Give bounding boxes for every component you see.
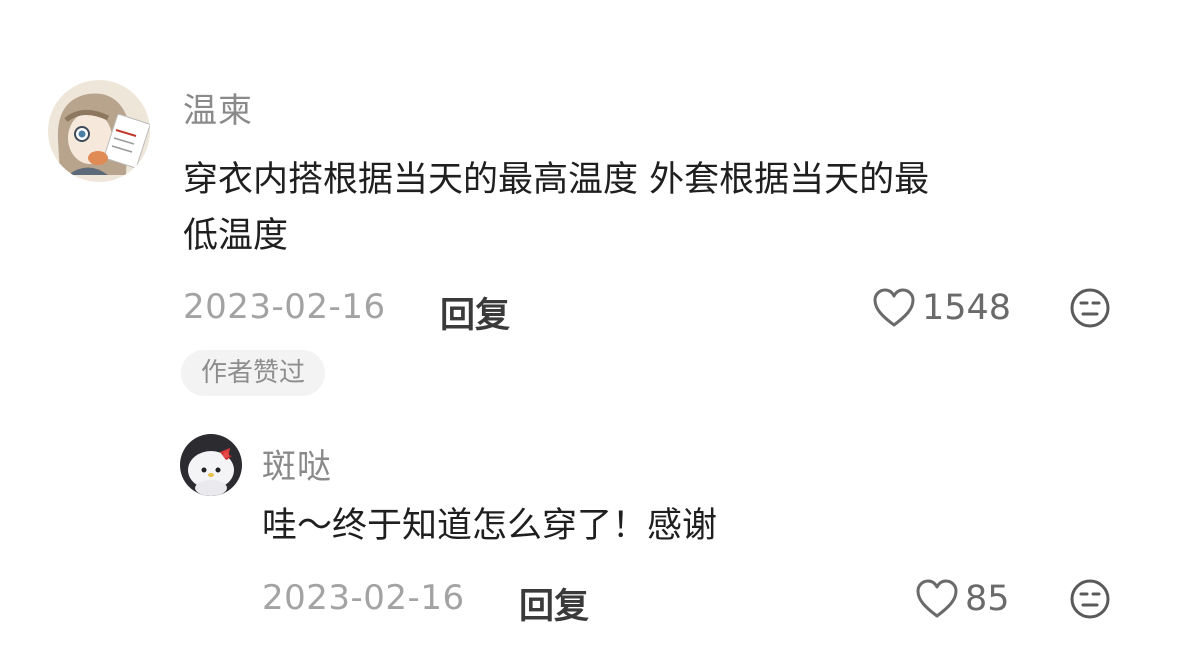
comment-text-line: 穿衣内搭根据当天的最高温度 外套根据当天的最 <box>183 160 930 200</box>
emoji-react-button[interactable] <box>1069 578 1111 624</box>
heart-outline-icon <box>915 578 959 620</box>
comment-date: 2023-02-16 <box>183 287 386 327</box>
avatar[interactable] <box>48 80 150 182</box>
avatar[interactable] <box>180 434 242 496</box>
comment-username[interactable]: 温柬 <box>183 83 253 132</box>
like-button[interactable]: 1548 <box>872 287 1011 329</box>
reply-date: 2023-02-16 <box>262 578 465 618</box>
like-button[interactable]: 85 <box>915 578 1010 620</box>
reply-username[interactable]: 斑哒 <box>262 439 332 488</box>
comment-text-line: 低温度 <box>183 216 289 256</box>
emoji-react-button[interactable] <box>1069 287 1111 333</box>
author-liked-badge: 作者赞过 <box>181 350 326 396</box>
heart-outline-icon <box>872 287 916 329</box>
neutral-face-icon <box>1069 579 1111 624</box>
neutral-face-icon <box>1069 288 1111 333</box>
comment-text: 穿衣内搭根据当天的最高温度 外套根据当天的最 低温度 <box>183 152 929 264</box>
reply-text: 哇～终于知道怎么穿了！感谢 <box>262 506 718 546</box>
comment-thread: 温柬 穿衣内搭根据当天的最高温度 外套根据当天的最 低温度 2023-02-16… <box>0 0 1179 664</box>
reply-button[interactable]: 回复 <box>440 287 510 338</box>
like-count: 1548 <box>922 288 1012 328</box>
reply-button[interactable]: 回复 <box>519 578 589 629</box>
like-count: 85 <box>965 579 1010 619</box>
